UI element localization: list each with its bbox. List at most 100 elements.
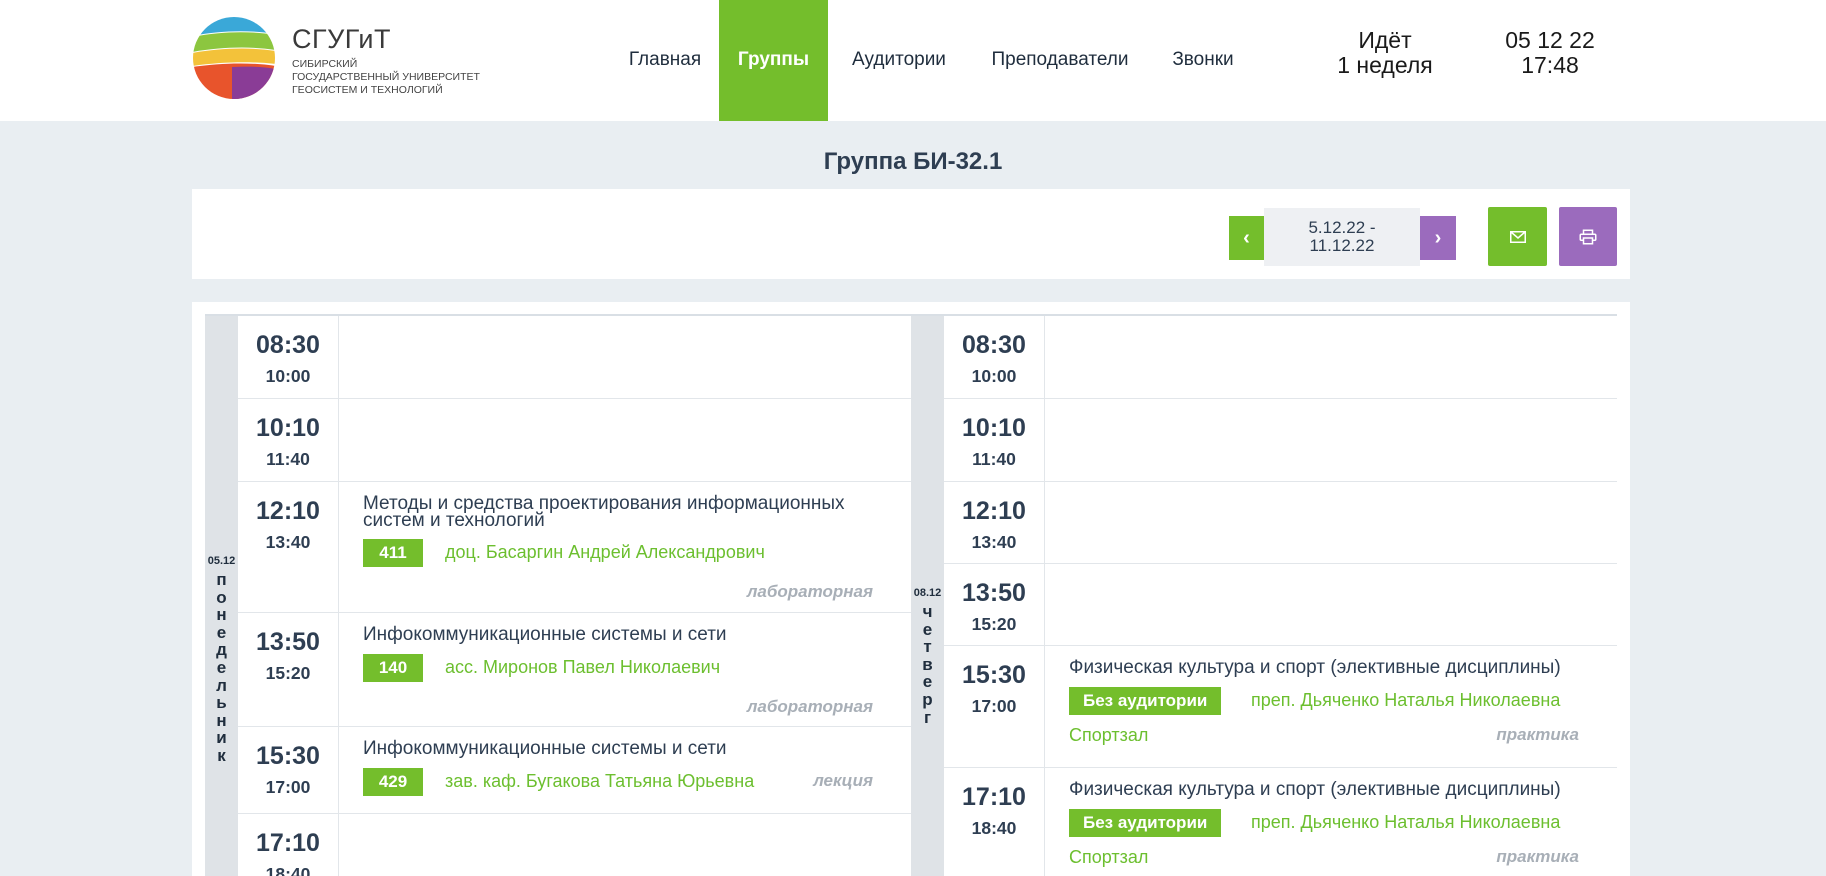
time-slot: 17:10 18:40	[238, 814, 911, 876]
slot-time: 17:10 18:40	[238, 814, 339, 876]
time-slot: 08:30 10:00	[944, 316, 1617, 399]
day-panel-thursday: 08:30 10:00 10:10 11:40 12:10 13:40 13:5…	[944, 316, 1617, 876]
lesson-card[interactable]: Физическая культура и спорт (элективные …	[1069, 768, 1579, 876]
current-time: 17:48	[1521, 52, 1579, 78]
time-slot: 12:10 13:40 Методы и средства проектиров…	[238, 482, 911, 613]
room-badge[interactable]: 411	[363, 539, 423, 567]
week-status-number: 1 неделя	[1337, 52, 1433, 78]
lesson-subject: Инфокоммуникационные системы и сети	[363, 738, 727, 759]
slot-time: 12:10 13:40	[944, 482, 1045, 563]
current-datetime: 05 12 22 17:48	[1480, 28, 1620, 78]
place-link[interactable]: Спортзал	[1069, 725, 1148, 746]
prev-week-button[interactable]: ‹	[1229, 216, 1264, 260]
nav-item-rooms[interactable]: Аудитории	[836, 0, 962, 121]
time-slot: 15:30 17:00 Физическая культура и спорт …	[944, 646, 1617, 768]
time-slot: 13:50 15:20 Инфокоммуникационные системы…	[238, 613, 911, 727]
room-badge[interactable]: Без аудитории	[1069, 687, 1222, 715]
slot-start-time: 17:10	[256, 829, 320, 857]
teacher-link[interactable]: доц. Басаргин Андрей Александрович	[445, 542, 765, 563]
room-badge[interactable]: Без аудитории	[1069, 809, 1222, 837]
slot-end-time: 11:40	[972, 449, 1016, 469]
day-panel-monday: 08:30 10:00 10:10 11:40 12:10 13:40 Мето…	[238, 316, 911, 876]
print-button[interactable]	[1559, 207, 1617, 266]
slot-start-time: 10:10	[962, 414, 1026, 442]
time-slot: 10:10 11:40	[238, 399, 911, 482]
slot-start-time: 12:10	[962, 497, 1026, 525]
slot-time: 08:30 10:00	[944, 316, 1045, 398]
slot-time: 17:10 18:40	[944, 768, 1045, 876]
day-label-thursday: 08.12 ч е т в е р г	[911, 587, 944, 726]
slot-start-time: 10:10	[256, 414, 320, 442]
lesson-card[interactable]: Физическая культура и спорт (элективные …	[1069, 646, 1579, 767]
slot-time: 10:10 11:40	[238, 399, 339, 481]
slot-end-time: 15:20	[971, 614, 1017, 634]
lesson-type: лабораторная	[746, 582, 873, 601]
day-name: ч е т в е р г	[922, 602, 933, 727]
slot-end-time: 17:00	[265, 777, 311, 797]
logo-subtitle-line: геосистем и технологий	[292, 84, 443, 96]
nav-item-teachers[interactable]: Преподаватели	[980, 0, 1140, 121]
logo-subtitle-line: государственный университет	[292, 71, 480, 83]
slot-end-time: 13:40	[265, 532, 311, 552]
globe-logo-icon	[193, 17, 275, 99]
slot-time: 13:50 15:20	[944, 564, 1045, 645]
slot-end-time: 10:00	[265, 366, 311, 386]
lesson-type: лабораторная	[746, 697, 873, 716]
slot-time: 15:30 17:00	[944, 646, 1045, 767]
day-name: п о н е д е л ь н и к	[216, 570, 227, 765]
lesson-type: лекция	[813, 771, 873, 790]
teacher-link[interactable]: преп. Дьяченко Наталья Николаевна	[1251, 690, 1560, 711]
time-slot: 13:50 15:20	[944, 564, 1617, 646]
site-header: СГУГиТ Сибирский государственный универс…	[0, 0, 1826, 121]
logo-subtitle: Сибирский государственный университет ге…	[292, 58, 480, 97]
slot-end-time: 13:40	[971, 532, 1017, 552]
next-week-button[interactable]: ›	[1420, 216, 1456, 260]
slot-start-time: 17:10	[962, 783, 1026, 811]
slot-end-time: 18:40	[265, 864, 311, 876]
lesson-subject: Инфокоммуникационные системы и сети	[363, 624, 727, 645]
slot-start-time: 12:10	[256, 497, 320, 525]
nav-item-bells[interactable]: Звонки	[1160, 0, 1246, 121]
day-label-monday: 05.12 п о н е д е л ь н и к	[205, 555, 238, 765]
slot-end-time: 15:20	[265, 663, 311, 683]
time-slot: 17:10 18:40 Физическая культура и спорт …	[944, 768, 1617, 876]
lesson-card[interactable]: Методы и средства проектирования информа…	[363, 482, 873, 612]
email-button[interactable]	[1488, 207, 1547, 266]
slot-start-time: 13:50	[962, 579, 1026, 607]
slot-start-time: 15:30	[962, 661, 1026, 689]
date-range: 5.12.22 - 11.12.22	[1264, 208, 1420, 266]
time-slot: 15:30 17:00 Инфокоммуникационные системы…	[238, 727, 911, 814]
week-status: Идёт 1 неделя	[1310, 28, 1460, 78]
slot-end-time: 18:40	[971, 818, 1017, 838]
logo-title: СГУГиТ	[292, 24, 391, 54]
slot-start-time: 15:30	[256, 742, 320, 770]
room-badge[interactable]: 429	[363, 768, 423, 796]
university-logo[interactable]: СГУГиТ Сибирский государственный универс…	[192, 16, 492, 106]
place-link[interactable]: Спортзал	[1069, 847, 1148, 868]
slot-time: 10:10 11:40	[944, 399, 1045, 481]
day-date: 08.12	[913, 587, 942, 599]
slot-end-time: 11:40	[266, 449, 310, 469]
room-badge[interactable]: 140	[363, 654, 423, 682]
lesson-card[interactable]: Инфокоммуникационные системы и сети 429 …	[363, 727, 873, 813]
teacher-link[interactable]: асс. Миронов Павел Николаевич	[445, 657, 720, 678]
slot-time: 08:30 10:00	[238, 316, 339, 398]
nav-item-home[interactable]: Главная	[612, 0, 718, 121]
time-slot: 12:10 13:40	[944, 482, 1617, 564]
slot-start-time: 08:30	[962, 331, 1026, 359]
lesson-type: практика	[1496, 847, 1579, 866]
nav-item-groups[interactable]: Группы	[719, 0, 828, 121]
day-date: 05.12	[207, 555, 236, 567]
slot-end-time: 10:00	[971, 366, 1017, 386]
mail-icon	[1509, 230, 1526, 243]
lesson-card[interactable]: Инфокоммуникационные системы и сети 140 …	[363, 613, 873, 726]
teacher-link[interactable]: преп. Дьяченко Наталья Николаевна	[1251, 812, 1560, 833]
date-range-end: 11.12.22	[1309, 236, 1375, 255]
slot-time: 12:10 13:40	[238, 482, 339, 612]
print-icon	[1579, 229, 1597, 244]
slot-end-time: 17:00	[971, 696, 1017, 716]
week-status-line: Идёт	[1358, 27, 1412, 53]
teacher-link[interactable]: зав. каф. Бугакова Татьяна Юрьевна	[445, 771, 754, 792]
lesson-subject: Физическая культура и спорт (элективные …	[1069, 657, 1561, 678]
slot-start-time: 13:50	[256, 628, 320, 656]
